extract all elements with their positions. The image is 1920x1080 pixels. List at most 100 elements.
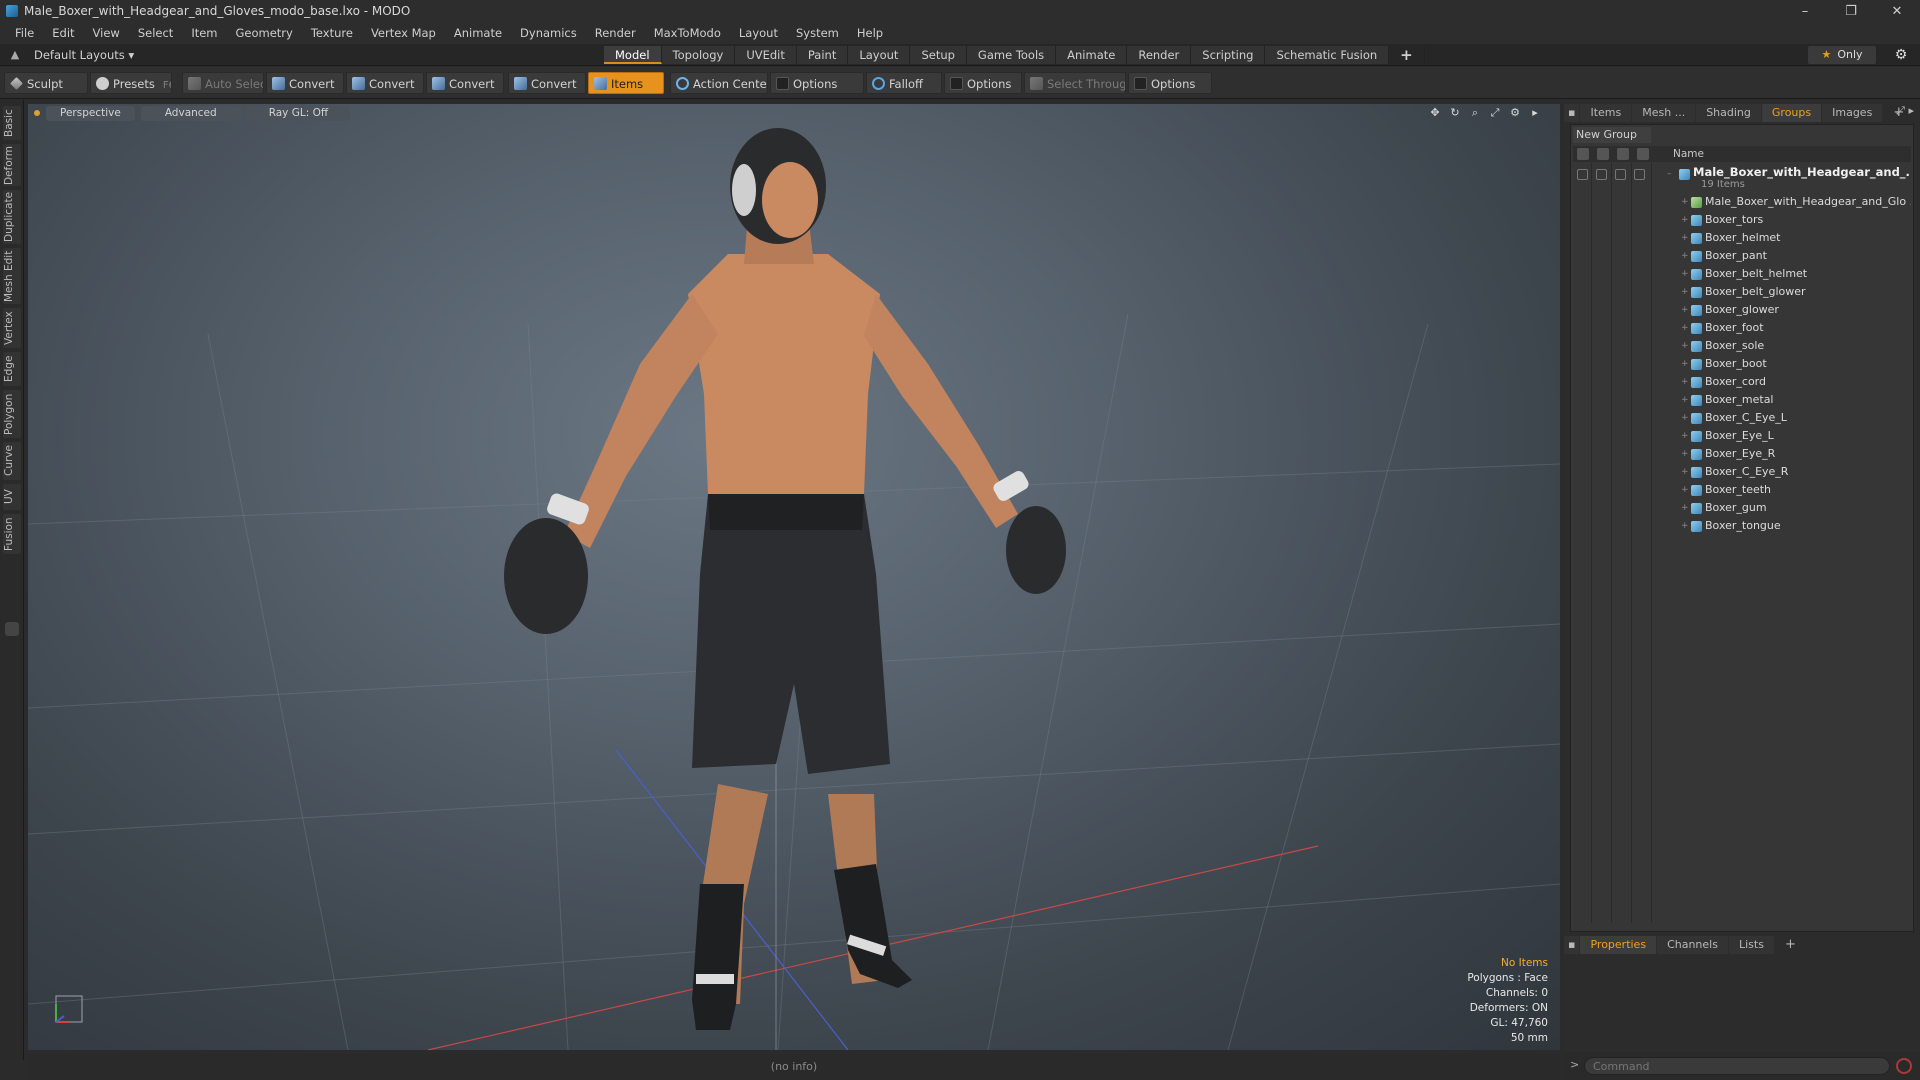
expand-icon[interactable]: + (1681, 211, 1689, 229)
gear-icon[interactable]: ⚙ (1892, 46, 1910, 64)
tab-render[interactable]: Render (1127, 46, 1192, 64)
falloff-button[interactable]: Falloff (866, 72, 942, 94)
list-item[interactable]: + Boxer_Eye_L (1571, 427, 1911, 445)
tab-images[interactable]: Images (1822, 104, 1883, 122)
options-button-3[interactable]: Options (1128, 72, 1212, 94)
menu-texture[interactable]: Texture (302, 22, 362, 44)
vtab-polygon[interactable]: Polygon (3, 390, 21, 438)
tab-items[interactable]: Items (1580, 104, 1632, 122)
viewport-menu-icon[interactable] (34, 110, 40, 116)
list-item[interactable]: + Boxer_sole (1571, 337, 1911, 355)
vtab-mesh-edit[interactable]: Mesh Edit (3, 248, 21, 304)
lock-toggle[interactable] (1615, 169, 1626, 180)
tab-scripting[interactable]: Scripting (1191, 46, 1266, 64)
tab-properties[interactable]: Properties (1580, 936, 1657, 954)
layout-home-icon[interactable]: ▲ (8, 48, 22, 62)
lock-col-icon[interactable] (1617, 148, 1629, 160)
expand-icon[interactable]: + (1681, 517, 1689, 535)
tab-shading[interactable]: Shading (1696, 104, 1761, 122)
tab-paint[interactable]: Paint (796, 46, 849, 64)
fit-icon[interactable]: ⤢ (1488, 106, 1502, 120)
tab-schematic-fusion[interactable]: Schematic Fusion (1265, 46, 1390, 64)
expand-icon[interactable]: + (1681, 337, 1689, 355)
visibility-col-icon[interactable] (1577, 148, 1589, 160)
action-center-button[interactable]: Action Center (670, 72, 768, 94)
tab-uvedit[interactable]: UVEdit (735, 46, 797, 64)
menu-item[interactable]: Item (182, 22, 226, 44)
tab-setup[interactable]: Setup (910, 46, 967, 64)
name-column-header[interactable]: Name (1673, 146, 1704, 162)
minimize-button[interactable]: – (1782, 0, 1828, 22)
list-item[interactable]: + Male_Boxer_with_Headgear_and_Glo ... (1571, 193, 1911, 211)
list-item[interactable]: + Boxer_belt_glower (1571, 283, 1911, 301)
list-item[interactable]: + Boxer_C_Eye_R (1571, 463, 1911, 481)
list-item[interactable]: + Boxer_gum (1571, 499, 1911, 517)
vtab-edge[interactable]: Edge (3, 352, 21, 386)
expand-icon[interactable]: + (1681, 355, 1689, 373)
list-item[interactable]: + Boxer_belt_helmet (1571, 265, 1911, 283)
expand-icon[interactable]: + (1681, 427, 1689, 445)
expand-icon[interactable]: + (1681, 247, 1689, 265)
menu-system[interactable]: System (787, 22, 848, 44)
new-group-button[interactable]: New Group (1573, 127, 1651, 143)
group-root-row[interactable]: – Male_Boxer_with_Headgear_and_... 19 It… (1571, 165, 1911, 193)
command-input[interactable] (1584, 1057, 1890, 1075)
presets-button[interactable]: Presets F6 (90, 72, 172, 94)
record-macro-icon[interactable] (1896, 1058, 1912, 1074)
sculpt-button[interactable]: Sculpt (4, 72, 88, 94)
list-item[interactable]: + Boxer_cord (1571, 373, 1911, 391)
visibility-toggle[interactable] (1577, 169, 1588, 180)
tab-mesh[interactable]: Mesh ... (1632, 104, 1696, 122)
menu-animate[interactable]: Animate (445, 22, 511, 44)
menu-select[interactable]: Select (129, 22, 182, 44)
panel-expand-icon[interactable]: ⤢ ▸ (1896, 104, 1914, 118)
convert-button-4[interactable]: Convert (508, 72, 586, 94)
menu-maxtomodo[interactable]: MaxToModo (645, 22, 730, 44)
only-toggle-button[interactable]: ★ Only (1808, 46, 1876, 64)
add-props-tab-icon[interactable]: + (1775, 936, 1806, 954)
expand-icon[interactable]: + (1681, 481, 1689, 499)
convert-button-1[interactable]: Convert (266, 72, 344, 94)
auto-select-button[interactable]: Auto Select (182, 72, 264, 94)
render-toggle[interactable] (1596, 169, 1607, 180)
props-menu-icon[interactable]: ▪ (1564, 936, 1580, 954)
tab-model[interactable]: Model (604, 46, 662, 64)
vtab-deform[interactable]: Deform (3, 144, 21, 186)
strip-toggle-icon[interactable] (5, 622, 19, 636)
expand-icon[interactable]: + (1681, 391, 1689, 409)
vtab-fusion[interactable]: Fusion (3, 514, 21, 554)
render-col-icon[interactable] (1597, 148, 1609, 160)
list-item[interactable]: + Boxer_boot (1571, 355, 1911, 373)
expand-icon[interactable]: + (1681, 463, 1689, 481)
viewport-expand-icon[interactable]: ▸ (1528, 106, 1542, 120)
maximize-button[interactable]: ❐ (1828, 0, 1874, 22)
list-item[interactable]: + Boxer_foot (1571, 319, 1911, 337)
list-item[interactable]: + Boxer_Eye_R (1571, 445, 1911, 463)
menu-render[interactable]: Render (586, 22, 645, 44)
tab-lists[interactable]: Lists (1728, 936, 1774, 954)
select-through-button[interactable]: Select Through (1024, 72, 1126, 94)
close-button[interactable]: ✕ (1874, 0, 1920, 22)
raygl-toggle[interactable]: Ray GL: Off (246, 105, 351, 121)
3d-viewport[interactable]: Perspective Advanced Ray GL: Off ✥ ↻ ⌕ ⤢… (28, 104, 1560, 1050)
menu-help[interactable]: Help (848, 22, 892, 44)
menu-edit[interactable]: Edit (43, 22, 83, 44)
vtab-curve[interactable]: Curve (3, 442, 21, 480)
viewport-settings-icon[interactable]: ⚙ (1508, 106, 1522, 120)
expand-icon[interactable]: + (1681, 319, 1689, 337)
add-tab-icon[interactable]: + (1389, 46, 1425, 64)
list-item[interactable]: + Boxer_tors (1571, 211, 1911, 229)
menu-dynamics[interactable]: Dynamics (511, 22, 586, 44)
tab-layout[interactable]: Layout (848, 46, 911, 64)
expand-icon[interactable]: + (1681, 373, 1689, 391)
expand-icon[interactable]: + (1681, 445, 1689, 463)
vtab-vertex[interactable]: Vertex (3, 308, 21, 348)
shading-mode-dropdown[interactable]: Advanced (140, 105, 241, 121)
list-item[interactable]: + Boxer_C_Eye_L (1571, 409, 1911, 427)
pan-icon[interactable]: ✥ (1428, 106, 1442, 120)
list-item[interactable]: + Boxer_helmet (1571, 229, 1911, 247)
list-item[interactable]: + Boxer_glower (1571, 301, 1911, 319)
list-item[interactable]: + Boxer_pant (1571, 247, 1911, 265)
collapse-icon[interactable]: – (1667, 165, 1672, 183)
default-layouts-dropdown[interactable]: Default Layouts ▾ (34, 44, 134, 66)
